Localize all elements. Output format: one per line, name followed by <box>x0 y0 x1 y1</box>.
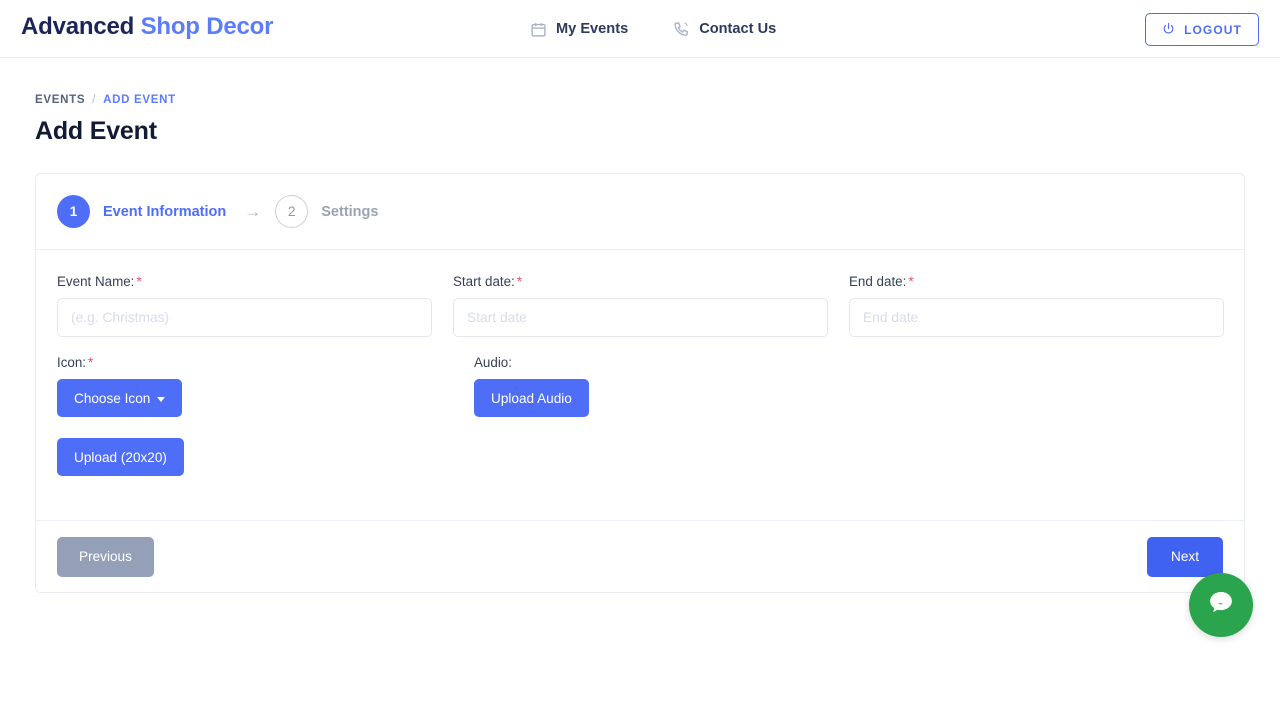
nav-item-my-events-label: My Events <box>556 21 629 37</box>
logout-button[interactable]: LOGOUT <box>1145 13 1259 46</box>
chat-widget-button[interactable] <box>1189 573 1253 637</box>
upload-audio-button-label: Upload Audio <box>491 390 572 406</box>
page-title: Add Event <box>35 117 157 145</box>
upload-audio-button[interactable]: Upload Audio <box>474 379 589 417</box>
field-audio: Audio: Upload Audio <box>474 355 870 417</box>
brand-logo[interactable]: Advanced Shop Decor <box>21 13 273 41</box>
end-date-label: End date: * <box>849 274 1224 289</box>
form-row-icon-audio: Icon: * Choose Icon Audio: Upload Audio <box>57 355 1223 417</box>
step-2-number: 2 <box>275 195 309 228</box>
chat-bubble-icon <box>1206 588 1236 623</box>
step-event-information[interactable]: 1 Event Information <box>57 195 226 228</box>
breadcrumb-item-events[interactable]: EVENTS <box>35 94 85 106</box>
event-name-input[interactable] <box>57 298 432 337</box>
event-name-label: Event Name: * <box>57 274 432 289</box>
phone-icon <box>673 21 690 38</box>
step-2-label: Settings <box>321 203 379 220</box>
page-content: EVENTS / ADD EVENT Add Event 1 Event Inf… <box>0 94 1280 593</box>
form-row-upload: Upload (20x20) <box>57 438 1223 476</box>
wizard-stepper: 1 Event Information → 2 Settings <box>36 174 1244 250</box>
start-date-label: Start date: * <box>453 274 828 289</box>
icon-required-marker: * <box>88 355 94 370</box>
breadcrumb-separator: / <box>92 94 97 106</box>
brand-name-primary: Advanced <box>21 13 135 40</box>
next-button-label: Next <box>1171 549 1199 564</box>
start-date-required-marker: * <box>516 274 523 289</box>
chevron-down-icon <box>157 396 166 402</box>
icon-label-text: Icon: <box>57 355 87 370</box>
choose-icon-button-label: Choose Icon <box>74 390 151 406</box>
end-date-label-text: End date: <box>849 274 907 289</box>
start-date-input[interactable] <box>453 298 828 337</box>
nav-item-contact-us-label: Contact Us <box>699 21 777 37</box>
main-navigation: My Events Contact Us <box>530 0 776 58</box>
audio-label: Audio: <box>474 355 870 370</box>
power-icon <box>1162 22 1175 38</box>
next-button[interactable]: Next <box>1147 536 1223 577</box>
start-date-label-text: Start date: <box>453 274 515 289</box>
icon-label: Icon: * <box>57 355 453 370</box>
brand-name-secondary: Shop Decor <box>140 13 274 40</box>
breadcrumb-item-add-event[interactable]: ADD EVENT <box>103 94 176 106</box>
event-information-form: Event Name:* Start date:* End date:* <box>36 250 1244 521</box>
nav-item-my-events[interactable]: My Events <box>530 21 628 38</box>
wizard-footer: Previous Next <box>36 521 1244 592</box>
event-name-label-text: Event Name: <box>57 274 135 289</box>
upload-icon-button[interactable]: Upload (20x20) <box>57 438 184 476</box>
step-settings[interactable]: 2 Settings <box>275 195 378 228</box>
field-icon: Icon: * Choose Icon <box>57 355 453 417</box>
previous-button-label: Previous <box>79 549 132 564</box>
nav-item-contact-us[interactable]: Contact Us <box>673 21 776 38</box>
step-1-number: 1 <box>57 195 90 228</box>
field-start-date: Start date: * <box>453 274 828 337</box>
event-name-required-marker: * <box>136 274 142 289</box>
add-event-card: 1 Event Information → 2 Settings Event N… <box>35 173 1245 593</box>
end-date-input[interactable] <box>849 298 1224 337</box>
audio-label-text: Audio: <box>474 355 512 370</box>
choose-icon-dropdown-button[interactable]: Choose Icon <box>57 379 183 417</box>
previous-button[interactable]: Previous <box>57 536 154 577</box>
form-row-names-dates: Event Name:* Start date:* End date:* <box>57 274 1224 337</box>
field-event-name: Event Name: * <box>57 274 432 337</box>
step-1-label: Event Information <box>103 203 227 220</box>
site-header: Advanced Shop Decor My Events Contact Us… <box>0 0 1280 58</box>
logout-button-label: LOGOUT <box>1184 22 1242 37</box>
field-end-date: End date: * <box>849 274 1224 337</box>
breadcrumb: EVENTS / ADD EVENT <box>35 94 1245 106</box>
stepper-arrow-icon: → <box>244 202 262 221</box>
upload-icon-button-label: Upload (20x20) <box>74 449 167 465</box>
end-date-required-marker: * <box>908 274 914 289</box>
calendar-icon <box>530 21 547 38</box>
